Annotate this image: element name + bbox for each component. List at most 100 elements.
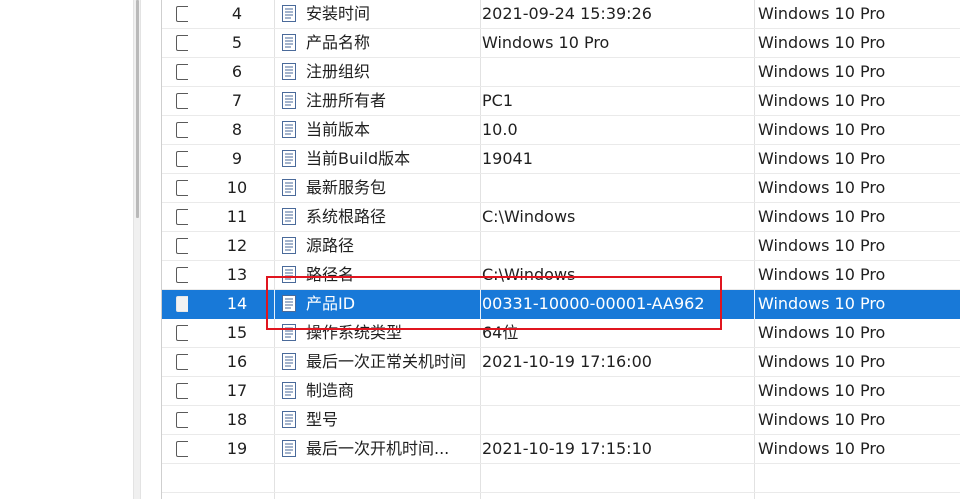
property-value xyxy=(482,377,752,405)
row-number: 13 xyxy=(226,265,248,284)
property-name: 最新服务包 xyxy=(306,178,387,197)
row-checkbox[interactable] xyxy=(176,354,188,370)
table-row[interactable]: 16 最后一次正常关机时间 2021-10-19 17:16:00 Windows 1… xyxy=(162,348,960,377)
property-name-cell: 注册所有者 xyxy=(282,87,482,115)
document-icon xyxy=(282,150,296,167)
row-checkbox[interactable] xyxy=(176,325,188,341)
row-checkbox-cell xyxy=(170,435,188,463)
table-row[interactable]: 5 产品名称 Windows 10 Pro Windows 10 Pro xyxy=(162,29,960,58)
pane-splitter[interactable] xyxy=(133,0,141,499)
row-number: 12 xyxy=(226,236,248,255)
row-checkbox-cell xyxy=(170,232,188,260)
row-checkbox[interactable] xyxy=(176,238,188,254)
os-name: Windows 10 Pro xyxy=(758,62,886,81)
row-checkbox-cell xyxy=(170,261,188,289)
document-icon xyxy=(282,92,296,109)
row-checkbox-cell xyxy=(170,29,188,57)
results-list: 4 安装时间 2021-09-24 15:39:26 Windows 10 Pro 5 产… xyxy=(162,0,960,499)
row-number: 11 xyxy=(226,207,248,226)
row-number: 5 xyxy=(231,33,243,52)
row-checkbox-cell xyxy=(170,203,188,231)
row-checkbox[interactable] xyxy=(176,296,188,312)
os-name: Windows 10 Pro xyxy=(758,149,886,168)
property-name: 注册组织 xyxy=(306,62,371,81)
property-name-cell: 最新服务包 xyxy=(282,174,482,202)
document-icon xyxy=(282,411,296,428)
property-name: 当前版本 xyxy=(306,120,371,139)
property-name-cell: 型号 xyxy=(282,406,482,434)
table-row[interactable]: 10 最新服务包 Windows 10 Pro xyxy=(162,174,960,203)
table-row[interactable]: 12 源路径 Windows 10 Pro xyxy=(162,232,960,261)
row-checkbox[interactable] xyxy=(176,64,188,80)
row-checkbox[interactable] xyxy=(176,35,188,51)
document-icon xyxy=(282,208,296,225)
property-value: Windows 10 Pro xyxy=(482,33,610,52)
row-checkbox[interactable] xyxy=(176,151,188,167)
row-checkbox-cell xyxy=(170,290,188,318)
os-name: Windows 10 Pro xyxy=(758,33,886,52)
table-row[interactable]: 6 注册组织 Windows 10 Pro xyxy=(162,58,960,87)
table-row[interactable]: 11 系统根路径 C:\Windows Windows 10 Pro xyxy=(162,203,960,232)
scrollbar-thumb[interactable] xyxy=(136,0,139,218)
table-row[interactable]: 7 注册所有者 PC1 Windows 10 Pro xyxy=(162,87,960,116)
property-value: 2021-10-19 17:15:10 xyxy=(482,439,652,458)
property-name: 最后一次开机时间... xyxy=(306,439,450,458)
property-value: 2021-10-19 17:16:00 xyxy=(482,352,652,371)
table-row[interactable]: 18 型号 Windows 10 Pro xyxy=(162,406,960,435)
property-name: 系统根路径 xyxy=(306,207,387,226)
property-name-cell: 最后一次开机时间... xyxy=(282,435,482,463)
table-row[interactable]: 4 安装时间 2021-09-24 15:39:26 Windows 10 Pro xyxy=(162,0,960,29)
os-name: Windows 10 Pro xyxy=(758,4,886,23)
property-name: 源路径 xyxy=(306,236,355,255)
column-divider xyxy=(754,290,755,319)
row-number: 14 xyxy=(226,294,248,313)
row-number: 6 xyxy=(231,62,243,81)
property-value xyxy=(482,406,752,434)
row-checkbox[interactable] xyxy=(176,209,188,225)
row-checkbox-cell xyxy=(170,87,188,115)
row-checkbox[interactable] xyxy=(176,93,188,109)
os-name: Windows 10 Pro xyxy=(758,439,886,458)
property-value: PC1 xyxy=(482,91,513,110)
os-name: Windows 10 Pro xyxy=(758,91,886,110)
table-row[interactable]: 19 最后一次开机时间... 2021-10-19 17:15:10 Windows … xyxy=(162,435,960,464)
property-name-cell: 源路径 xyxy=(282,232,482,260)
row-number: 9 xyxy=(231,149,243,168)
row-checkbox[interactable] xyxy=(176,441,188,457)
row-checkbox-cell xyxy=(170,58,188,86)
property-name: 当前Build版本 xyxy=(306,149,411,168)
document-icon xyxy=(282,237,296,254)
property-name-cell: 最后一次正常关机时间 xyxy=(282,348,482,376)
row-checkbox[interactable] xyxy=(176,122,188,138)
row-number: 19 xyxy=(226,439,248,458)
os-name: Windows 10 Pro xyxy=(758,294,886,313)
row-checkbox[interactable] xyxy=(176,267,188,283)
row-number: 16 xyxy=(226,352,248,371)
property-value xyxy=(482,58,752,86)
property-value: C:\Windows xyxy=(482,207,576,226)
table-row[interactable]: 9 当前Build版本 19041 Windows 10 Pro xyxy=(162,145,960,174)
os-name: Windows 10 Pro xyxy=(758,207,886,226)
property-value: 2021-09-24 15:39:26 xyxy=(482,4,652,23)
row-checkbox[interactable] xyxy=(176,383,188,399)
row-number: 17 xyxy=(226,381,248,400)
row-checkbox[interactable] xyxy=(176,412,188,428)
row-checkbox[interactable] xyxy=(176,180,188,196)
property-name: 最后一次正常关机时间 xyxy=(306,352,467,371)
property-name: 制造商 xyxy=(306,381,355,400)
property-value: 10.0 xyxy=(482,120,518,139)
table-row[interactable]: 8 当前版本 10.0 Windows 10 Pro xyxy=(162,116,960,145)
row-number: 8 xyxy=(231,120,243,139)
document-icon xyxy=(282,382,296,399)
left-pane xyxy=(0,0,133,499)
document-icon xyxy=(282,121,296,138)
row-checkbox-cell xyxy=(170,348,188,376)
table-row[interactable]: 17 制造商 Windows 10 Pro xyxy=(162,377,960,406)
row-number: 18 xyxy=(226,410,248,429)
row-checkbox-cell xyxy=(170,319,188,347)
property-value: 19041 xyxy=(482,149,533,168)
os-name: Windows 10 Pro xyxy=(758,120,886,139)
row-checkbox[interactable] xyxy=(176,6,188,22)
row-checkbox-cell xyxy=(170,377,188,405)
property-name: 注册所有者 xyxy=(306,91,387,110)
